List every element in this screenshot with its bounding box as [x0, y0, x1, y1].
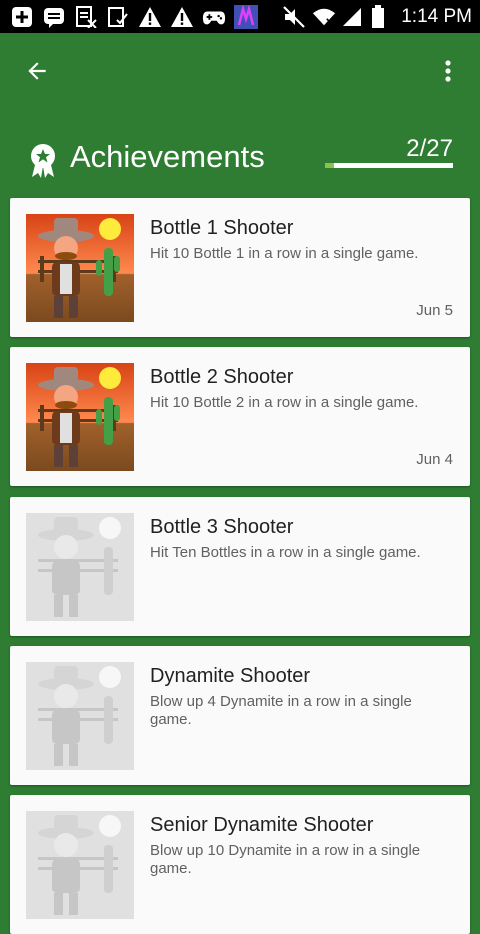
cowboy-thumbnail [26, 513, 134, 621]
progress-bar-fill [325, 163, 335, 168]
achievements-header: Achievements 2/27 [0, 135, 480, 190]
more-options-button[interactable] [428, 51, 468, 91]
app-bar [0, 33, 480, 108]
award-ribbon-icon [31, 144, 55, 178]
progress-bar [325, 163, 453, 168]
achievement-date: Jun 5 [416, 302, 453, 319]
cowboy-thumbnail [26, 214, 134, 322]
battery-icon [366, 5, 390, 29]
clock: 1:14 PM [401, 6, 472, 27]
achievement-card[interactable]: Bottle 1 Shooter Hit 10 Bottle 1 in a ro… [10, 198, 470, 337]
achievement-date: Jun 4 [416, 451, 453, 468]
achievement-description: Blow up 10 Dynamite in a row in a single… [150, 842, 421, 877]
message-icon [42, 5, 66, 29]
warning-icon [170, 5, 194, 29]
cowboy-thumbnail [26, 363, 134, 471]
achievement-description: Hit 10 Bottle 1 in a row in a single gam… [150, 245, 419, 262]
wifi-icon [312, 5, 336, 29]
achievement-description: Hit 10 Bottle 2 in a row in a single gam… [150, 394, 419, 411]
cowboy-thumbnail [26, 811, 134, 919]
back-button[interactable] [17, 51, 57, 91]
progress-count: 2/27 [406, 135, 453, 162]
achievement-description: Hit Ten Bottles in a row in a single gam… [150, 544, 421, 561]
achievement-card[interactable]: Bottle 3 Shooter Hit Ten Bottles in a ro… [10, 497, 470, 636]
achievement-title: Dynamite Shooter [150, 665, 311, 687]
achievement-title: Bottle 3 Shooter [150, 516, 294, 538]
status-bar: 1:14 PM [0, 0, 480, 33]
document-x-icon [74, 5, 98, 29]
clipboard-check-icon [106, 5, 130, 29]
cowboy-thumbnail [26, 662, 134, 770]
achievement-title: Bottle 1 Shooter [150, 217, 294, 239]
gamepad-icon [202, 5, 226, 29]
signal-icon [340, 5, 364, 29]
achievement-title: Senior Dynamite Shooter [150, 814, 374, 836]
game-app-icon [234, 5, 258, 29]
achievement-description: Blow up 4 Dynamite in a row in a single … [150, 693, 412, 728]
add-box-icon [10, 5, 34, 29]
page-title: Achievements [70, 139, 265, 174]
warning-icon [138, 5, 162, 29]
arrow-back-icon [28, 62, 46, 80]
achievement-title: Bottle 2 Shooter [150, 366, 294, 388]
more-vert-icon [445, 60, 451, 82]
achievement-card[interactable]: Dynamite Shooter Blow up 4 Dynamite in a… [10, 646, 470, 785]
mute-icon [282, 5, 306, 29]
achievement-card[interactable]: Senior Dynamite Shooter Blow up 10 Dynam… [10, 795, 470, 934]
achievement-card[interactable]: Bottle 2 Shooter Hit 10 Bottle 2 in a ro… [10, 347, 470, 486]
